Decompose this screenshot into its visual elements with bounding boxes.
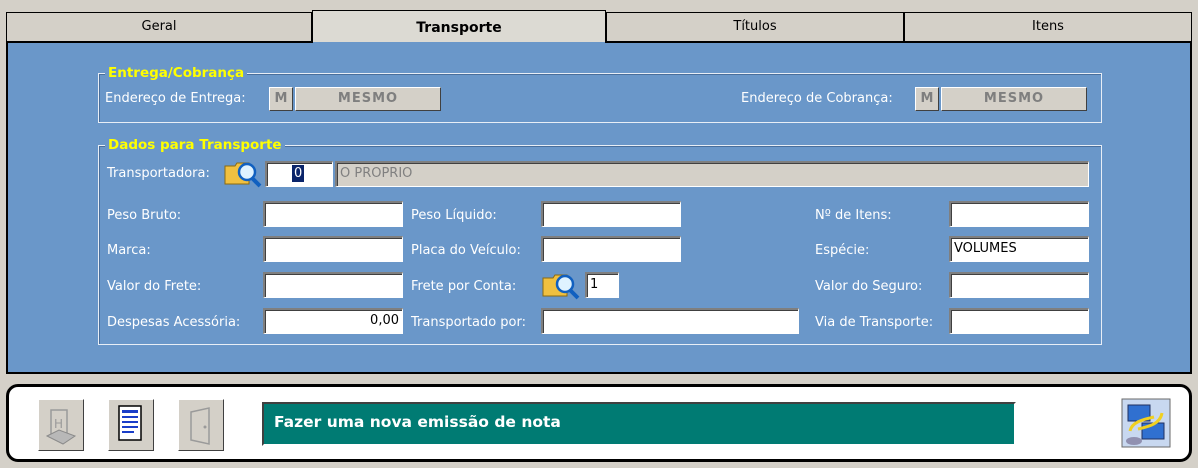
placa-label: Placa do Veículo: bbox=[411, 243, 521, 258]
tab-label: Geral bbox=[141, 19, 177, 34]
placa-field[interactable] bbox=[541, 236, 681, 262]
transportadora-code-text: 0 bbox=[292, 165, 305, 182]
dados-transporte-legend: Dados para Transporte bbox=[105, 137, 285, 153]
tab-label: Títulos bbox=[733, 19, 777, 34]
status-message: Fazer uma nova emissão de nota bbox=[262, 402, 1016, 446]
marca-label: Marca: bbox=[107, 243, 151, 258]
tab-titulos[interactable]: Títulos bbox=[606, 12, 904, 42]
search-folder-icon[interactable] bbox=[223, 158, 263, 188]
marca-field[interactable] bbox=[263, 236, 403, 262]
endereco-cobranca-value[interactable]: MESMO bbox=[941, 87, 1087, 111]
transportado-por-field[interactable] bbox=[541, 308, 799, 334]
transporte-panel: Entrega/Cobrança Endereço de Entrega: M … bbox=[6, 41, 1192, 374]
endereco-entrega-value[interactable]: MESMO bbox=[295, 87, 441, 111]
transfer-button[interactable] bbox=[1120, 397, 1172, 451]
frete-conta-label: Frete por Conta: bbox=[411, 279, 517, 294]
computer-exchange-icon bbox=[1121, 398, 1171, 448]
especie-label: Espécie: bbox=[815, 243, 870, 258]
tab-label: Transporte bbox=[416, 20, 502, 36]
document-icon bbox=[118, 405, 142, 441]
valor-seguro-label: Valor do Seguro: bbox=[815, 279, 923, 294]
exit-button[interactable] bbox=[178, 399, 224, 451]
dados-transporte-group: Dados para Transporte Transportadora: 0 … bbox=[98, 137, 1102, 345]
cancel-button[interactable]: H bbox=[38, 399, 84, 451]
transportadora-code-field[interactable]: 0 bbox=[265, 161, 333, 187]
peso-bruto-label: Peso Bruto: bbox=[107, 208, 182, 223]
transportado-por-label: Transportado por: bbox=[411, 315, 527, 330]
via-transporte-field[interactable] bbox=[949, 308, 1089, 334]
valor-frete-label: Valor do Frete: bbox=[107, 279, 202, 294]
tab-label: Itens bbox=[1032, 19, 1064, 34]
entrega-cobranca-legend: Entrega/Cobrança bbox=[105, 65, 248, 81]
tab-geral[interactable]: Geral bbox=[6, 12, 312, 42]
num-itens-label: Nº de Itens: bbox=[815, 208, 892, 223]
peso-liquido-label: Peso Líquido: bbox=[411, 208, 497, 223]
num-itens-field[interactable] bbox=[949, 201, 1089, 227]
frete-conta-field[interactable]: 1 bbox=[585, 272, 619, 298]
despesas-field[interactable]: 0,00 bbox=[263, 308, 403, 334]
tab-itens[interactable]: Itens bbox=[904, 12, 1192, 42]
transportadora-name-field: O PROPRIO bbox=[335, 161, 1089, 187]
door-icon bbox=[190, 407, 210, 445]
peso-bruto-field[interactable] bbox=[263, 201, 403, 227]
cancel-doc-icon: H bbox=[45, 409, 77, 445]
frete-search-folder-icon[interactable] bbox=[541, 270, 581, 300]
despesas-label: Despesas Acessória: bbox=[107, 315, 241, 330]
entrega-cobranca-group: Entrega/Cobrança Endereço de Entrega: M … bbox=[98, 65, 1102, 123]
svg-text:H: H bbox=[54, 417, 63, 431]
valor-frete-field[interactable] bbox=[263, 272, 403, 298]
endereco-cobranca-code-button[interactable]: M bbox=[915, 87, 939, 111]
via-transporte-label: Via de Transporte: bbox=[815, 315, 934, 330]
especie-field[interactable]: VOLUMES bbox=[949, 236, 1089, 262]
transportadora-label: Transportadora: bbox=[107, 166, 210, 181]
peso-liquido-field[interactable] bbox=[541, 201, 681, 227]
valor-seguro-field[interactable] bbox=[949, 272, 1089, 298]
endereco-cobranca-label: Endereço de Cobrança: bbox=[741, 91, 893, 106]
tab-transporte[interactable]: Transporte bbox=[312, 10, 606, 45]
new-document-button[interactable] bbox=[108, 399, 154, 451]
endereco-entrega-code-button[interactable]: M bbox=[269, 87, 293, 111]
endereco-entrega-label: Endereço de Entrega: bbox=[105, 91, 246, 106]
